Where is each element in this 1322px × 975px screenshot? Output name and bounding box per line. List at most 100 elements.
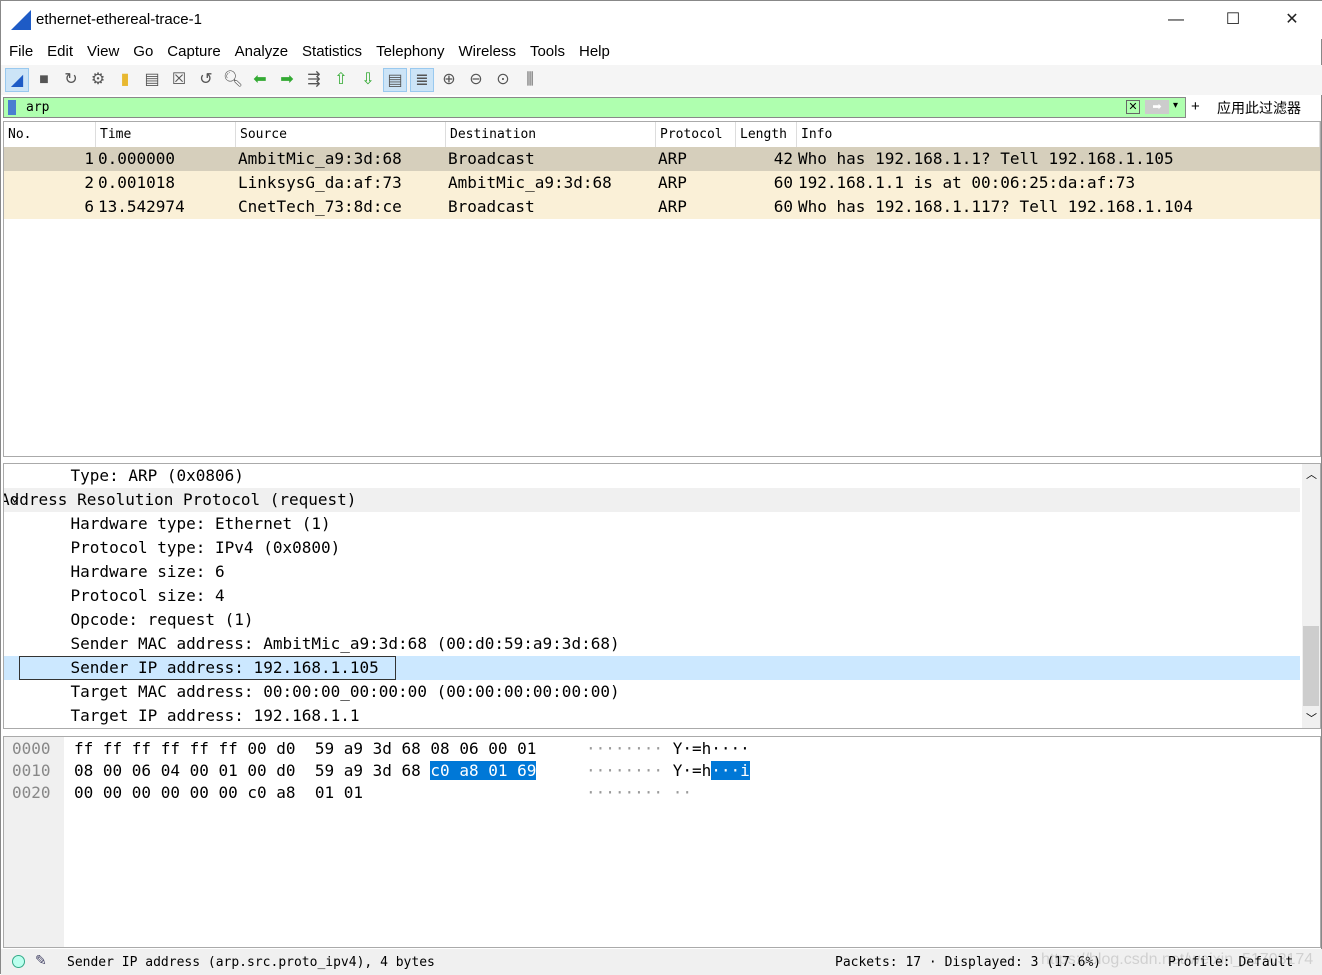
add-filter-button[interactable]: + [1191, 98, 1200, 115]
window-title: ethernet-ethereal-trace-1 [36, 11, 202, 28]
resize-columns-icon[interactable]: ⫼ [518, 68, 542, 92]
menu-analyze[interactable]: Analyze [229, 39, 296, 65]
minimize-button[interactable]: — [1153, 7, 1199, 33]
cell-protocol: ARP [658, 197, 687, 216]
byte-offset: 0000 [12, 739, 51, 758]
column-header-time[interactable]: Time [96, 122, 236, 147]
detail-row[interactable]: Sender IP address: 192.168.1.105 [4, 656, 1300, 680]
cell-source: CnetTech_73:8d:ce [238, 197, 402, 216]
detail-row[interactable]: Address Resolution Protocol (request) ⌄ [3, 486, 1300, 512]
expand-chevron-icon[interactable]: ⌄ [10, 486, 20, 505]
detail-row[interactable]: Opcode: request (1) [4, 608, 1300, 632]
cell-source: AmbitMic_a9:3d:68 [238, 149, 402, 168]
detail-text: Sender IP address: 192.168.1.105 [19, 656, 396, 680]
colorize-icon[interactable]: ≣ [410, 68, 434, 92]
detail-text: Hardware size: 6 [32, 562, 225, 581]
column-header-protocol[interactable]: Protocol [656, 122, 736, 147]
ascii-bytes[interactable]: ········ ·· [586, 783, 692, 805]
ascii-bytes[interactable]: ········ Y·=h···i [586, 761, 750, 783]
go-to-packet-icon[interactable]: ⇶ [302, 68, 326, 92]
reload-file-icon[interactable]: ↺ [194, 68, 218, 92]
capture-options-icon[interactable]: ⚙ [86, 68, 110, 92]
zoom-in-icon[interactable]: ⊕ [437, 68, 461, 92]
packet-row[interactable]: 2 0.001018 LinksysG_da:af:73 AmbitMic_a9:3d… [4, 171, 1320, 195]
menu-telephony[interactable]: Telephony [370, 39, 452, 65]
detail-text: Protocol type: IPv4 (0x0800) [32, 538, 341, 557]
cell-no: 1 [84, 149, 94, 168]
detail-text: Type: ARP (0x0806) [32, 466, 244, 485]
hex-bytes[interactable]: ff ff ff ff ff ff 00 d0 59 a9 3d 68 08 0… [74, 739, 536, 761]
scrollbar-thumb[interactable] [1303, 626, 1319, 706]
detail-row[interactable]: Target MAC address: 00:00:00_00:00:00 (0… [4, 680, 1300, 704]
detail-row[interactable]: Sender MAC address: AmbitMic_a9:3d:68 (0… [4, 632, 1300, 656]
menu-go[interactable]: Go [127, 39, 161, 65]
packet-list: No. Time Source Destination Protocol Length In… [3, 121, 1321, 457]
detail-text: Address Resolution Protocol (request) [3, 490, 357, 509]
detail-row[interactable]: Target IP address: 192.168.1.1 [4, 704, 1300, 728]
column-header-no[interactable]: No. [4, 122, 96, 147]
go-forward-icon[interactable]: ➡ [275, 68, 299, 92]
cell-length: 42 [773, 149, 793, 168]
comment-icon[interactable]: ✎ [35, 952, 47, 969]
packet-row[interactable]: 1 0.000000 AmbitMic_a9:3d:68 Broadcast ARP 42… [4, 147, 1320, 171]
byte-offset: 0020 [12, 783, 51, 802]
menu-view[interactable]: View [81, 39, 127, 65]
status-profile[interactable]: Profile: Default [1168, 955, 1293, 970]
menu-wireless[interactable]: Wireless [452, 39, 524, 65]
menu-capture[interactable]: Capture [161, 39, 228, 65]
go-first-icon[interactable]: ⇧ [329, 68, 353, 92]
menu-help[interactable]: Help [573, 39, 618, 65]
find-packet-icon[interactable]: 🔍︎ [221, 68, 245, 92]
cell-source: LinksysG_da:af:73 [238, 173, 402, 192]
maximize-button[interactable]: ☐ [1210, 7, 1256, 33]
details-scrollbar[interactable]: ︿ ﹀ [1302, 464, 1320, 728]
open-file-icon[interactable]: ▮ [113, 68, 137, 92]
ascii-dots: ········ [586, 739, 673, 758]
go-back-icon[interactable]: ⬅ [248, 68, 272, 92]
ascii-text: Y·=h [672, 761, 712, 780]
display-filter-input[interactable]: arp ✕ ➡ ▾ [3, 97, 1186, 118]
detail-row[interactable]: Protocol size: 4 [4, 584, 1300, 608]
expert-info-icon[interactable] [12, 955, 25, 968]
start-capture-icon[interactable]: ◢ [5, 68, 29, 92]
ascii-bytes[interactable]: ········ Y·=h···· [586, 739, 750, 761]
save-file-icon[interactable]: ▤ [140, 68, 164, 92]
cell-no: 6 [84, 197, 94, 216]
clear-filter-icon[interactable]: ✕ [1126, 100, 1140, 114]
column-header-length[interactable]: Length [736, 122, 797, 147]
detail-row[interactable]: Hardware size: 6 [4, 560, 1300, 584]
menu-bar: File Edit View Go Capture Analyze Statistics Te… [1, 39, 1322, 65]
menu-file[interactable]: File [3, 39, 41, 65]
apply-filter-arrow-icon[interactable]: ➡ [1145, 100, 1169, 114]
packet-row[interactable]: 6 13.542974 CnetTech_73:8d:ce Broadcast ARP 6… [4, 195, 1320, 219]
detail-row[interactable]: Hardware type: Ethernet (1) [4, 512, 1300, 536]
zoom-normal-icon[interactable]: ⊙ [491, 68, 515, 92]
cell-length: 60 [773, 197, 793, 216]
cell-info: Who has 192.168.1.117? Tell 192.168.1.10… [798, 197, 1193, 216]
status-bar: ✎ Sender IP address (arp.src.proto_ipv4)… [1, 949, 1322, 975]
close-file-icon[interactable]: ☒ [167, 68, 191, 92]
detail-row[interactable]: Protocol type: IPv4 (0x0800) [4, 536, 1300, 560]
column-header-destination[interactable]: Destination [446, 122, 656, 147]
menu-tools[interactable]: Tools [524, 39, 573, 65]
filter-dropdown-icon[interactable]: ▾ [1173, 100, 1178, 111]
cell-destination: AmbitMic_a9:3d:68 [448, 173, 612, 192]
auto-scroll-icon[interactable]: ▤ [383, 68, 407, 92]
zoom-out-icon[interactable]: ⊖ [464, 68, 488, 92]
stop-capture-icon[interactable]: ■ [32, 68, 56, 92]
go-last-icon[interactable]: ⇩ [356, 68, 380, 92]
hex-text: 00 00 00 00 00 00 c0 a8 01 01 [74, 783, 363, 802]
close-button[interactable]: ✕ [1269, 7, 1315, 33]
column-header-info[interactable]: Info [797, 122, 1320, 147]
menu-statistics[interactable]: Statistics [296, 39, 370, 65]
apply-filter-button[interactable]: 应用此过滤器 [1217, 98, 1301, 118]
restart-capture-icon[interactable]: ↻ [59, 68, 83, 92]
packet-bytes: 0000 0010 0020 ff ff ff ff ff ff 00 d0 59 … [3, 736, 1321, 948]
bookmark-icon[interactable] [8, 100, 16, 115]
hex-bytes[interactable]: 00 00 00 00 00 00 c0 a8 01 01 [74, 783, 363, 805]
hex-bytes[interactable]: 08 00 06 04 00 01 00 d0 59 a9 3d 68 c0 a… [74, 761, 537, 783]
column-header-source[interactable]: Source [236, 122, 446, 147]
menu-edit[interactable]: Edit [41, 39, 81, 65]
packet-details: ︿ ﹀ Type: ARP (0x0806) Address Resolution… [3, 463, 1321, 729]
detail-row[interactable]: Type: ARP (0x0806) [4, 464, 1300, 488]
